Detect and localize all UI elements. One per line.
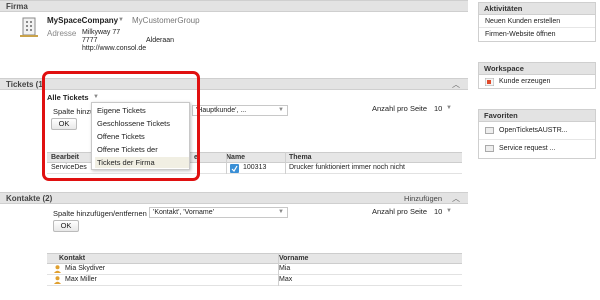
favorite-item[interactable]: OpenTicketsAUSTR...: [479, 122, 595, 140]
red-highlight-annotation: [42, 71, 200, 181]
kontakte-ok-button[interactable]: OK: [53, 220, 79, 232]
open-website-link[interactable]: Firmen-Website öffnen: [479, 28, 595, 41]
column-divider: [285, 152, 286, 174]
per-page-chevron-down-icon[interactable]: ▼: [446, 208, 452, 214]
address-city: Alderaan: [146, 37, 175, 44]
cell-kontakt[interactable]: Max Miller: [65, 276, 97, 283]
user-icon: [54, 276, 61, 284]
collapse-icon[interactable]: ︿: [452, 79, 460, 90]
user-icon: [54, 265, 61, 273]
company-chevron-down-icon[interactable]: ▼: [118, 17, 124, 23]
ticket-icon: [230, 164, 239, 173]
company-website-link[interactable]: http://www.consol.de: [82, 45, 146, 53]
kontakte-per-page-value[interactable]: 10: [434, 207, 442, 216]
favorite-label: OpenTicketsAUSTR...: [499, 127, 568, 134]
kontakte-table-header: Kontakt Vorname: [47, 253, 462, 264]
workspace-title: Workspace: [479, 63, 595, 75]
address-zip: 7777: [82, 37, 98, 44]
main-content: Firma MySpaceCompany ▼ MyCustomerGroup A…: [0, 0, 468, 300]
column-header-vorname[interactable]: Vorname: [279, 255, 308, 262]
table-row[interactable]: Max Miller Max: [47, 275, 462, 286]
create-customer-label: Kunde erzeugen: [499, 78, 551, 85]
column-header-name[interactable]: Name: [226, 154, 245, 161]
chevron-down-icon: ▼: [278, 107, 284, 113]
add-contact-button[interactable]: Hinzufügen: [404, 194, 442, 203]
cell-thema: Drucker funktioniert immer noch nicht: [289, 164, 405, 171]
aktivitaeten-panel: Aktivitäten Neuen Kunden erstellen Firme…: [478, 2, 596, 42]
favorite-label: Service request ...: [499, 145, 556, 152]
company-name[interactable]: MySpaceCompany: [47, 16, 118, 25]
aktivitaeten-title: Aktivitäten: [479, 3, 595, 15]
cell-kontakt[interactable]: Mia Skydiver: [65, 265, 105, 272]
table-row[interactable]: Mia Skydiver Mia: [47, 264, 462, 275]
cell-vorname: Max: [279, 276, 293, 283]
cell-vorname: Mia: [279, 265, 291, 272]
chevron-down-icon: ▼: [278, 209, 284, 215]
kontakte-section-header: Kontakte (2) Hinzufügen ︿: [0, 192, 468, 204]
favorite-icon: [485, 127, 494, 134]
favoriten-panel: Favoriten OpenTicketsAUSTR... Service re…: [478, 109, 596, 159]
firma-title: Firma: [6, 2, 28, 11]
column-header-thema[interactable]: Thema: [289, 154, 312, 161]
workspace-panel: Workspace Kunde erzeugen: [478, 62, 596, 89]
create-customer-item[interactable]: Kunde erzeugen: [479, 75, 595, 88]
favorite-icon: [485, 145, 494, 152]
firma-section-header: Firma: [0, 0, 468, 12]
tickets-title: Tickets (1): [6, 80, 46, 89]
cell-name[interactable]: 100313: [243, 164, 266, 171]
favorite-item[interactable]: Service request ...: [479, 140, 595, 158]
tickets-column-select-value: 'Hauptkunde', ...: [196, 107, 247, 114]
column-divider: [226, 152, 227, 174]
column-divider: [278, 253, 279, 286]
tickets-column-select[interactable]: 'Hauptkunde', ... ▼: [192, 105, 288, 116]
address-street: Milkyway 77: [82, 29, 121, 36]
tickets-per-page-label: Anzahl pro Seite: [372, 104, 428, 113]
tickets-per-page-value[interactable]: 10: [434, 104, 442, 113]
customer-add-icon: [485, 78, 494, 86]
company-icon: [20, 17, 38, 37]
kontakte-column-select[interactable]: 'Kontakt', 'Vorname' ▼: [149, 207, 288, 218]
collapse-icon[interactable]: ︿: [452, 193, 460, 204]
kontakte-per-page-label: Anzahl pro Seite: [372, 207, 428, 216]
favoriten-title: Favoriten: [479, 110, 595, 122]
customer-group: MyCustomerGroup: [132, 16, 200, 25]
kontakte-column-label: Spalte hinzufügen/entfernen: [53, 209, 147, 218]
new-customer-link[interactable]: Neuen Kunden erstellen: [479, 15, 595, 28]
kontakte-title: Kontakte (2): [6, 194, 53, 203]
kontakte-column-select-value: 'Kontakt', 'Vorname': [153, 209, 214, 216]
column-header-kontakt[interactable]: Kontakt: [59, 255, 85, 262]
per-page-chevron-down-icon[interactable]: ▼: [446, 105, 452, 111]
address-label: Adresse: [47, 29, 77, 38]
